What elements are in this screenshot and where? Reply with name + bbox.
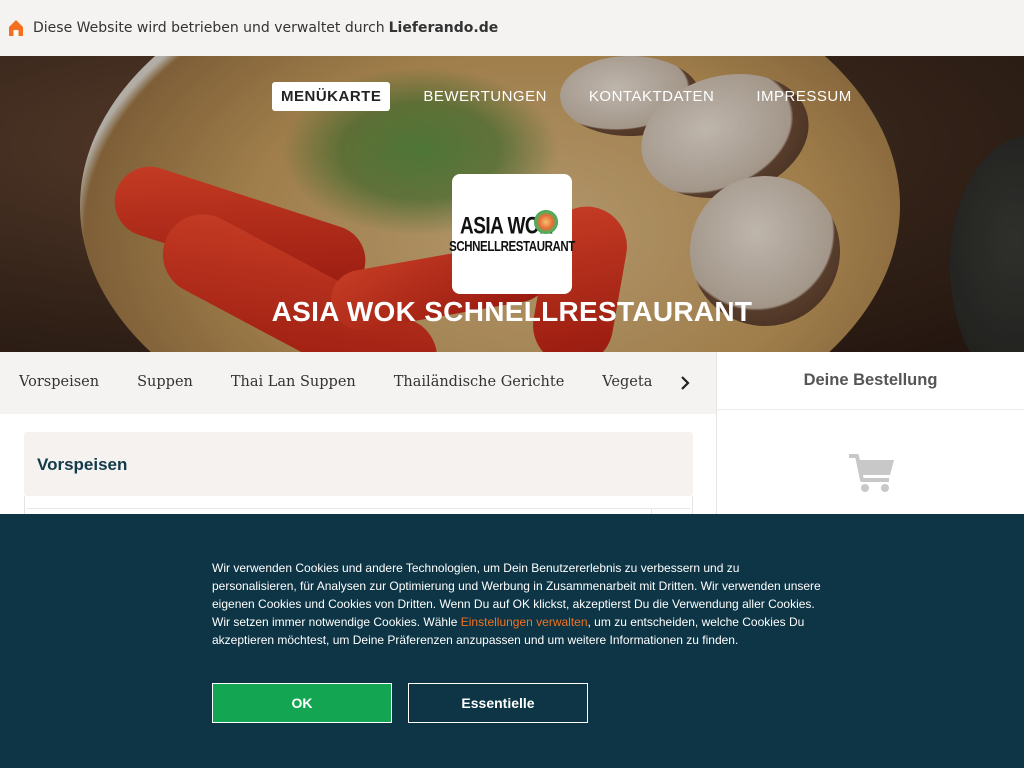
main-nav: MENÜKARTE BEWERTUNGEN KONTAKTDATEN IMPRE… — [272, 82, 861, 111]
nav-menukarte[interactable]: MENÜKARTE — [272, 82, 391, 111]
operator-bar: Diese Website wird betrieben und verwalt… — [0, 0, 1024, 56]
category-vorspeisen[interactable]: Vorspeisen — [19, 374, 99, 390]
nav-bewertungen[interactable]: BEWERTUNGEN — [414, 82, 556, 111]
category-list: Vorspeisen Suppen Thai Lan Suppen Thailä… — [19, 374, 653, 390]
category-thai-lan-suppen[interactable]: Thai Lan Suppen — [231, 374, 356, 390]
menu-item-divider — [27, 508, 690, 509]
cookie-banner: Wir verwenden Cookies und andere Technol… — [0, 514, 1024, 768]
cart-icon — [847, 452, 897, 498]
nav-kontaktdaten[interactable]: KONTAKTDATEN — [580, 82, 723, 111]
hero-banner: MENÜKARTE BEWERTUNGEN KONTAKTDATEN IMPRE… — [0, 56, 1024, 352]
ok-button[interactable]: OK — [212, 683, 392, 723]
category-vegetarische-gerichte[interactable]: Vegetarische Gerichte — [602, 374, 653, 390]
operator-text: Diese Website wird betrieben und verwalt… — [33, 20, 385, 36]
manage-settings-link[interactable]: Einstellungen verwalten — [461, 615, 588, 629]
logo-line-2: SCHNELLRESTAURANT — [449, 239, 575, 254]
nav-impressum[interactable]: IMPRESSUM — [747, 82, 860, 111]
section-title: Vorspeisen — [37, 455, 128, 474]
category-suppen[interactable]: Suppen — [137, 374, 193, 390]
essential-button[interactable]: Essentielle — [408, 683, 588, 723]
restaurant-logo: ASIA WOK SCHNELLRESTAURANT — [449, 174, 575, 294]
category-bar: Vorspeisen Suppen Thai Lan Suppen Thailä… — [0, 352, 716, 414]
order-title: Deine Bestellung — [717, 352, 1024, 410]
logo-plate-icon — [534, 210, 558, 234]
chevron-right-icon[interactable] — [674, 370, 696, 396]
home-icon — [8, 19, 24, 37]
section-header: Vorspeisen — [24, 432, 693, 496]
category-thailaendische-gerichte[interactable]: Thailändische Gerichte — [394, 374, 565, 390]
cookie-text: Wir verwenden Cookies und andere Technol… — [212, 559, 822, 649]
operator-link[interactable]: Lieferando.de — [389, 20, 499, 36]
restaurant-title: ASIA WOK SCHNELLRESTAURANT — [271, 296, 753, 327]
